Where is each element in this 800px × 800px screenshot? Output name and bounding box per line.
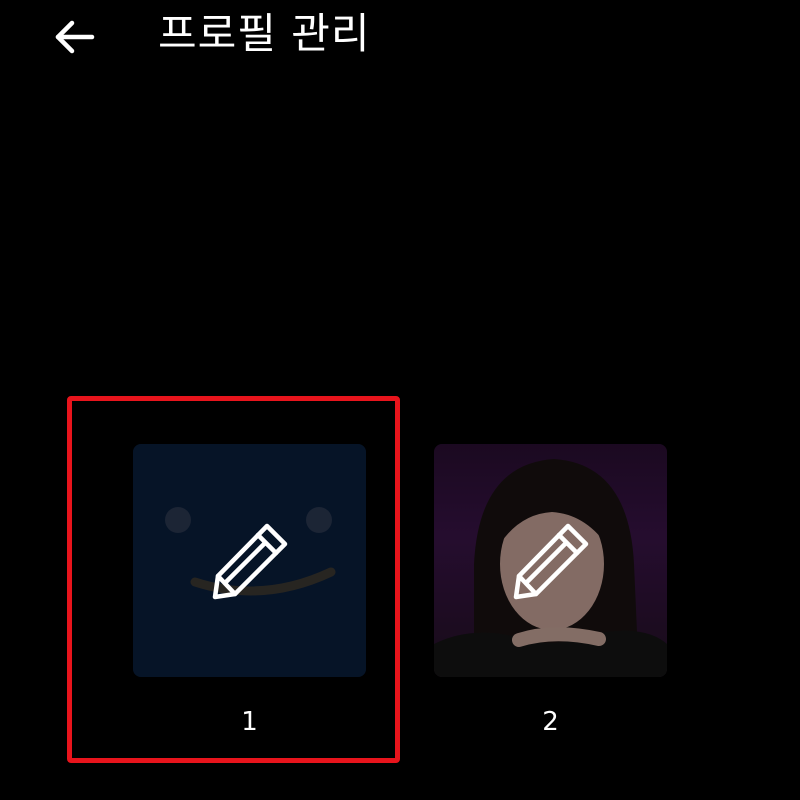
profile-name: 2 — [542, 707, 559, 737]
profile-name: 1 — [241, 707, 258, 737]
profile-item-2[interactable]: 2 — [434, 444, 667, 739]
profile-list: 1 2 — [0, 396, 800, 800]
profile-item-1[interactable]: 1 — [133, 444, 366, 739]
arrow-left-icon — [55, 20, 95, 54]
pencil-icon — [513, 523, 589, 600]
back-button[interactable] — [50, 12, 100, 62]
page-title: 프로필 관리 — [158, 9, 371, 58]
profile-avatar[interactable] — [434, 444, 667, 677]
profile-avatar[interactable] — [133, 444, 366, 677]
app-header: 프로필 관리 — [0, 0, 800, 80]
pencil-icon — [212, 523, 288, 600]
